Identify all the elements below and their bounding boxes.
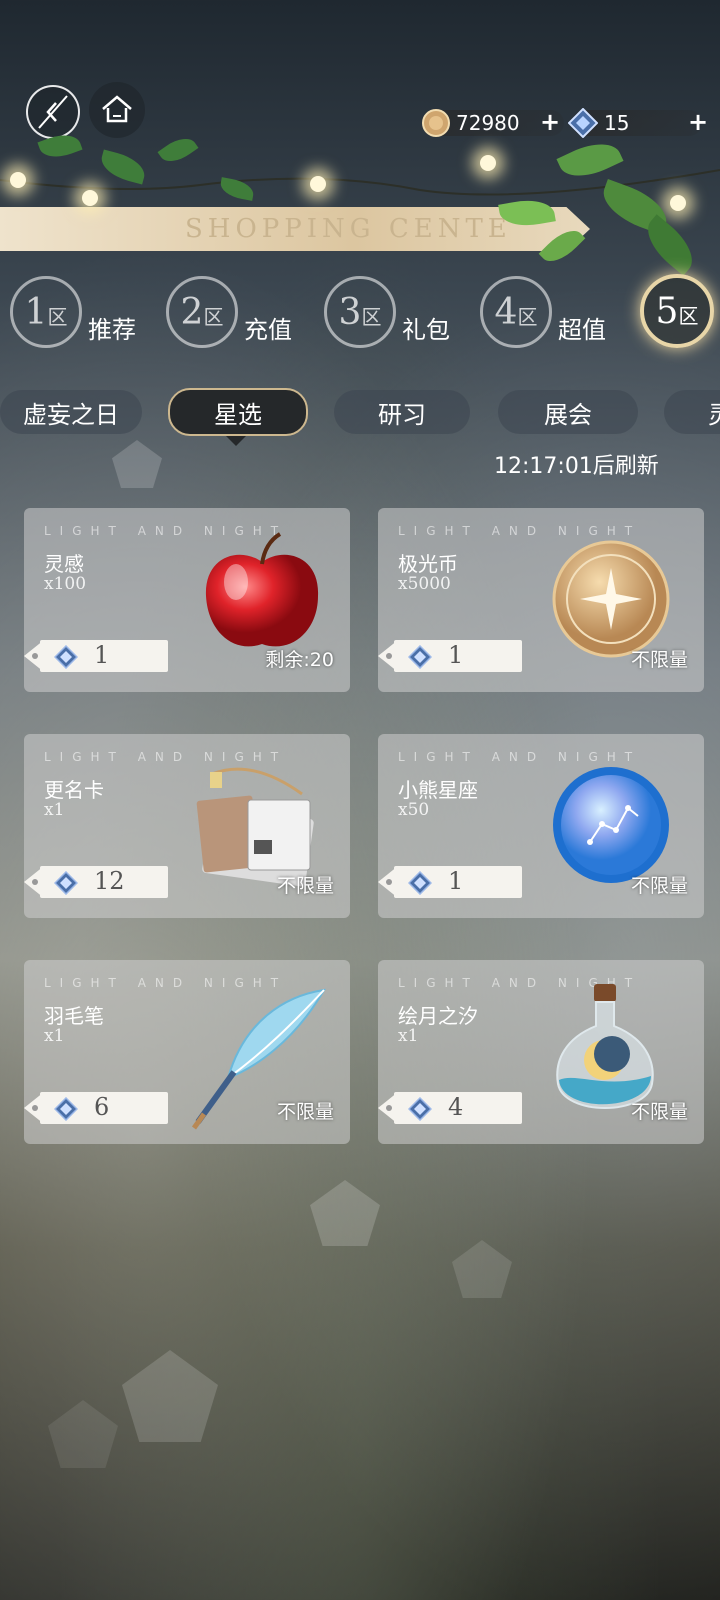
gem-amount: 15 [604,111,630,135]
zone-item-3[interactable]: 3区 礼包 [324,276,474,348]
shop-item-card[interactable]: LIGHT AND NIGHT 羽毛笔 x1 6 不限量 [24,960,350,1144]
zone-item-5[interactable]: 5区 [640,274,720,348]
home-icon [102,95,132,123]
string-light [480,155,496,171]
item-price: 6 [94,1093,110,1121]
item-quantity: x1 [44,800,65,820]
bokeh-shape [122,1350,218,1442]
diamond-icon [568,108,598,138]
apple-icon [205,532,319,647]
brand-watermark: LIGHT AND NIGHT [44,750,288,764]
diamond-icon [54,1097,78,1121]
item-quantity: x1 [398,1026,419,1046]
item-name: 灵感 [44,552,84,576]
item-quantity: x5000 [398,574,451,594]
price-tag: 1 [378,866,522,898]
item-name: 极光币 [398,552,458,576]
brand-watermark: LIGHT AND NIGHT [398,524,642,538]
bokeh-shape [112,440,162,488]
price-tag: 1 [24,640,168,672]
string-light [82,190,98,206]
zone-number-badge: 2区 [166,276,238,348]
diamond-icon [408,1097,432,1121]
item-stock: 不限量 [630,875,688,897]
add-gold-button[interactable]: + [540,108,560,136]
diamond-icon [54,871,78,895]
item-name: 绘月之汐 [398,1004,478,1028]
item-name: 羽毛笔 [44,1004,104,1028]
item-quantity: x50 [398,800,430,820]
shop-item-card[interactable]: LIGHT AND NIGHT 灵感 x100 1 剩余:20 [24,508,350,692]
price-tag: 6 [24,1092,168,1124]
add-gem-button[interactable]: + [688,108,708,136]
tab-xuwang[interactable]: 虚妄之日 [0,390,142,434]
zone-label: 超值 [558,316,606,344]
price-tag: 1 [378,640,522,672]
diamond-icon [408,645,432,669]
item-name: 小熊星座 [398,778,478,802]
zone-label: 充值 [244,316,292,344]
item-price: 1 [94,641,110,669]
back-button[interactable] [26,85,80,139]
gold-coin-icon [552,540,670,658]
zone-item-4[interactable]: 4区 超值 [480,276,630,348]
string-light [670,195,686,211]
back-icon [38,95,68,129]
item-price: 1 [448,641,464,669]
zone-number-badge: 3区 [324,276,396,348]
item-stock: 剩余:20 [265,649,334,671]
zone-number-badge: 4区 [480,276,552,348]
gold-coin-icon [422,109,450,137]
item-quantity: x100 [44,574,87,594]
item-quantity: x1 [44,1026,65,1046]
id-card-icon [196,767,314,887]
price-tag: 12 [24,866,168,898]
shop-item-card[interactable]: LIGHT AND NIGHT 绘月之汐 x1 4 不限量 [378,960,704,1144]
item-price: 12 [94,867,125,895]
string-light [310,176,326,192]
bokeh-shape [452,1240,512,1298]
item-stock: 不限量 [276,1101,334,1123]
tab-yanxi[interactable]: 研习 [334,390,470,434]
diamond-icon [408,871,432,895]
zone-label: 推荐 [88,316,136,344]
active-tab-caret [226,436,246,446]
refresh-timer: 12:17:01后刷新 [494,454,659,479]
tab-zhanhui[interactable]: 展会 [498,390,638,434]
price-tag: 4 [378,1092,522,1124]
shop-item-card[interactable]: LIGHT AND NIGHT 小熊星座 x50 1 不限量 [378,734,704,918]
tab-ling[interactable]: 灵 [664,390,720,434]
banner-title: SHOPPING CENTE [185,214,512,244]
shop-item-card[interactable]: LIGHT AND NIGHT 极光币 x5000 1 不限量 [378,508,704,692]
zone-item-1[interactable]: 1区 推荐 [10,276,160,348]
item-stock: 不限量 [630,649,688,671]
item-price: 1 [448,867,464,895]
zone-nav: 1区 推荐 2区 充值 3区 礼包 4区 超值 5区 [0,270,720,350]
zone-item-2[interactable]: 2区 充值 [166,276,316,348]
shop-item-card[interactable]: LIGHT AND NIGHT 更名卡 x1 12 不限量 [24,734,350,918]
item-price: 4 [448,1093,464,1121]
bokeh-shape [48,1400,118,1468]
item-stock: 不限量 [630,1101,688,1123]
item-stock: 不限量 [276,875,334,897]
string-light [10,172,26,188]
zone-label: 礼包 [402,316,450,344]
tab-xingxuan[interactable]: 星选 [168,388,308,436]
brand-watermark: LIGHT AND NIGHT [398,750,642,764]
diamond-icon [54,645,78,669]
gold-amount: 72980 [456,111,520,135]
zone-number-badge-active: 5区 [640,274,714,348]
star-coin-icon [553,767,669,883]
item-name: 更名卡 [44,778,104,802]
home-button[interactable] [89,82,145,138]
gem-currency: 15 [568,108,702,138]
bokeh-shape [310,1180,380,1246]
zone-number-badge: 1区 [10,276,82,348]
